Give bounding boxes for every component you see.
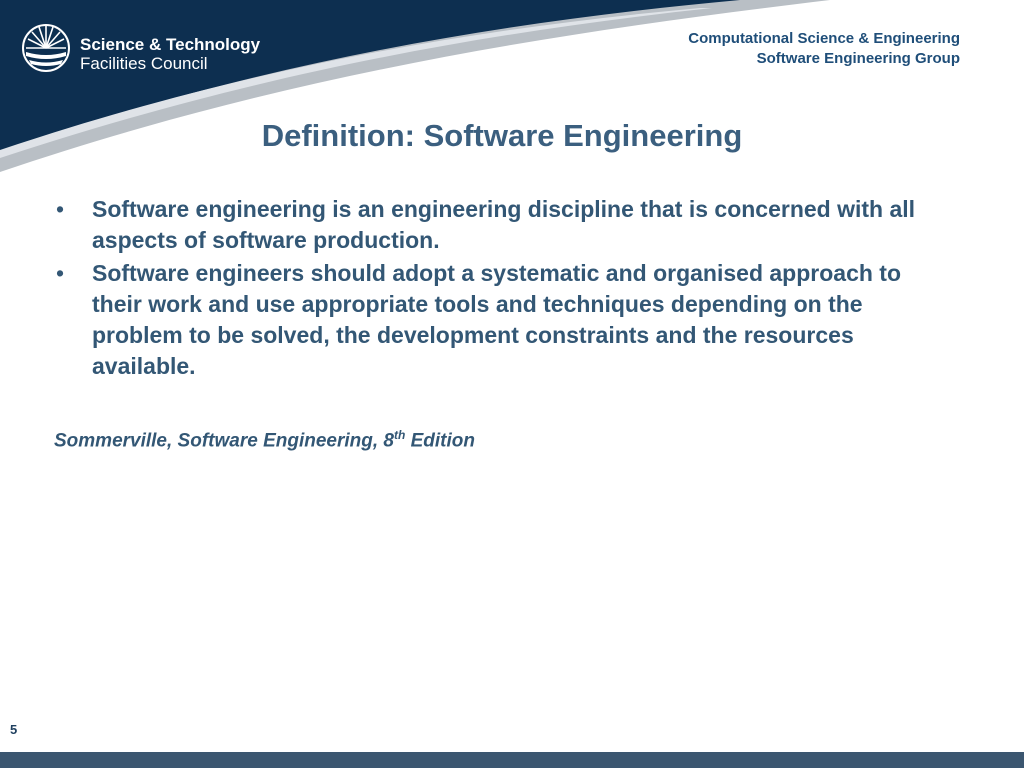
slide-title: Definition: Software Engineering — [261, 118, 743, 153]
bullet-list: • Software engineering is an engineering… — [54, 194, 954, 384]
logo-line-2: Facilities Council — [80, 53, 208, 73]
logo-line-1: Science & Technology — [80, 35, 261, 54]
stfc-logo: Science & Technology Facilities Council — [20, 22, 260, 78]
footer-bar — [0, 752, 1024, 768]
group-heading: Computational Science & Engineering Soft… — [688, 29, 960, 69]
citation-suffix: Edition — [405, 430, 475, 452]
sunburst-icon — [22, 24, 70, 72]
group-heading-line-2: Software Engineering Group — [756, 50, 960, 67]
logo-wordmark: Science & Technology Facilities Council — [80, 35, 261, 73]
bullet-text: Software engineers should adopt a system… — [92, 260, 902, 379]
citation-superscript: th — [394, 428, 406, 442]
bullet-marker: • — [56, 260, 65, 286]
bullet-marker: • — [56, 196, 65, 222]
bullet-item: • Software engineers should adopt a syst… — [54, 258, 954, 382]
bullet-item: • Software engineering is an engineering… — [54, 194, 954, 256]
group-heading-line-1: Computational Science & Engineering — [688, 30, 960, 47]
citation: Sommerville, Software Engineering, 8th E… — [54, 428, 475, 452]
page-number: 5 — [10, 722, 18, 737]
bullet-text: Software engineering is an engineering d… — [92, 196, 916, 253]
citation-main: Sommerville, Software Engineering, 8 — [54, 430, 394, 452]
